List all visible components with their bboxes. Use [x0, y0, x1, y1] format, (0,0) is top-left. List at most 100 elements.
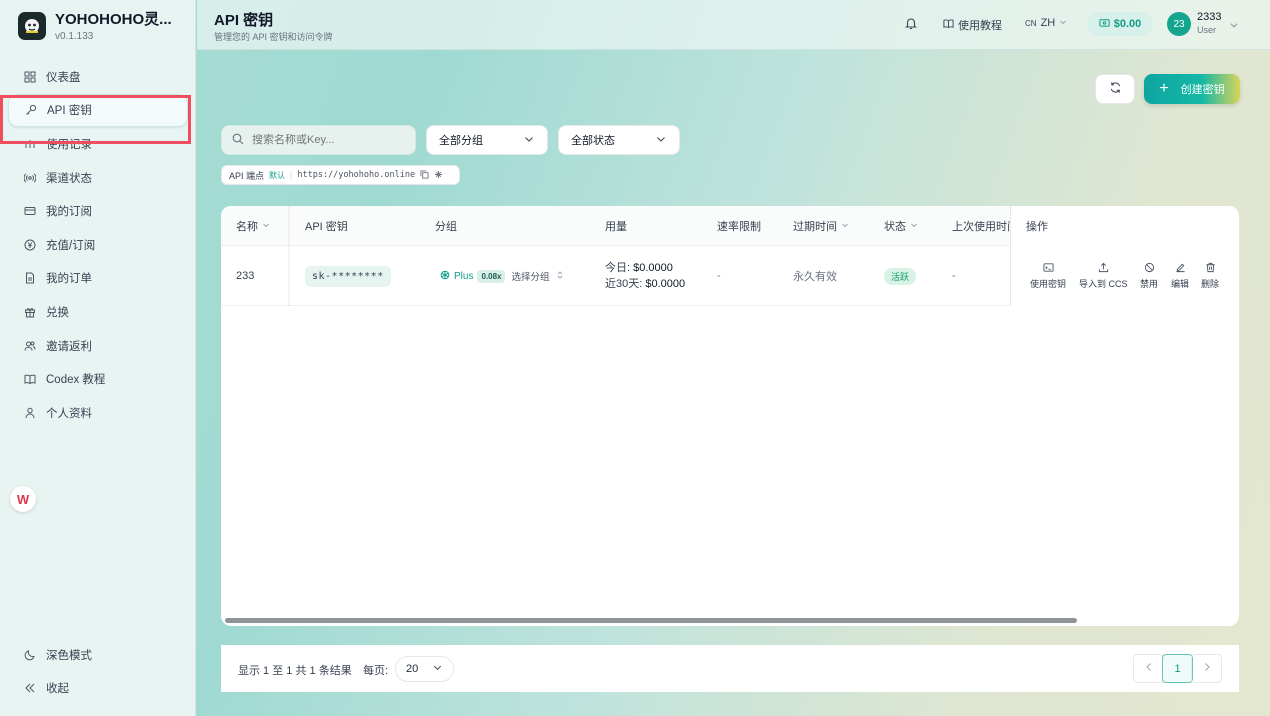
user-icon — [24, 407, 36, 419]
user-info[interactable]: 2333 User — [1197, 11, 1221, 37]
column-header-expiry[interactable]: 过期时间 — [793, 206, 849, 246]
sidebar-item-profile[interactable]: 个人资料 — [8, 396, 188, 430]
status-filter-select[interactable]: 全部状态 — [558, 125, 680, 155]
guide-link[interactable]: 使用教程 — [943, 17, 1002, 33]
sidebar-item-subscriptions[interactable]: 我的订阅 — [8, 194, 188, 228]
user-role: User — [1197, 25, 1217, 35]
copy-icon[interactable] — [420, 169, 429, 181]
top-header: API 密钥 管理您的 API 密钥和访问令牌 使用教程 CN ZH $0.00… — [197, 0, 1270, 50]
create-key-button[interactable]: + 创建密钥 — [1144, 74, 1240, 104]
action-label: 删除 — [1201, 279, 1220, 289]
masked-key[interactable]: sk-******** — [305, 265, 391, 287]
select-group-link[interactable]: 选择分组 — [511, 269, 549, 283]
column-label: 上次使用时间 — [952, 221, 1018, 233]
collapse-label: 收起 — [46, 683, 69, 696]
status-badge: 活跃 — [884, 267, 917, 285]
api-keys-table: 名称 API 密钥 分组 用量 速率限制 过期时间 状态 上次使用时间 233 … — [221, 206, 1239, 626]
sidebar-item-redeem[interactable]: 兑换 — [8, 295, 188, 329]
sidebar-item-usage[interactable]: 使用记录 — [8, 127, 188, 161]
chevron-updown-icon[interactable] — [556, 270, 564, 283]
lang-label: ZH — [1040, 17, 1056, 29]
sidebar-item-orders[interactable]: 我的订单 — [8, 262, 188, 296]
sparkle-icon[interactable] — [434, 170, 443, 181]
terminal-icon — [1042, 262, 1054, 275]
status-filter-value: 全部状态 — [571, 135, 615, 147]
chart-icon — [24, 138, 36, 150]
cell-name: 233 — [236, 270, 255, 282]
avatar[interactable]: 23 — [1167, 12, 1191, 36]
column-header-usage: 用量 — [605, 206, 627, 246]
separator: | — [290, 170, 293, 180]
sidebar-item-api-keys[interactable]: API 密钥 — [8, 93, 188, 128]
group-plan-badge: Plus 0.08x — [440, 269, 506, 283]
dark-mode-label: 深色模式 — [46, 649, 92, 662]
balance-badge[interactable]: $0.00 — [1087, 12, 1153, 36]
notification-bell-icon[interactable] — [904, 16, 918, 33]
sidebar-item-label: 邀请返利 — [46, 340, 92, 353]
sidebar-bottom: 深色模式 收起 — [8, 638, 188, 705]
usage-today-label: 今日: — [605, 262, 631, 274]
sidebar-item-label: 仪表盘 — [46, 71, 81, 84]
app-name: YOHOHOHO灵... — [55, 11, 172, 28]
chevron-down-icon — [910, 220, 918, 232]
sidebar-item-label: API 密钥 — [47, 105, 92, 118]
prev-page-button[interactable] — [1133, 654, 1164, 683]
group-name: Plus — [454, 270, 474, 282]
search-input[interactable] — [252, 134, 402, 146]
refresh-button[interactable] — [1095, 74, 1135, 104]
brand: YOHOHOHO灵... v0.1.133 — [18, 10, 193, 44]
action-label: 导入到 CCS — [1079, 279, 1128, 289]
group-filter-select[interactable]: 全部分组 — [426, 125, 548, 155]
double-chevron-left-icon — [24, 682, 36, 694]
upload-icon — [1098, 262, 1109, 275]
signal-icon — [24, 172, 36, 184]
column-header-group: 分组 — [435, 206, 457, 246]
wallet-icon — [1099, 17, 1110, 31]
group-filter-value: 全部分组 — [439, 135, 483, 147]
chevron-down-icon — [262, 220, 270, 232]
sidebar-item-dashboard[interactable]: 仪表盘 — [8, 60, 188, 94]
column-header-key: API 密钥 — [305, 206, 348, 246]
column-header-last-used: 上次使用时间 — [952, 206, 1018, 246]
sidebar-item-codex-guide[interactable]: Codex 教程 — [8, 362, 188, 396]
edit-button[interactable]: 编辑 — [1171, 262, 1189, 290]
user-menu-chevron-icon[interactable] — [1229, 19, 1239, 33]
wps-badge-icon[interactable]: W — [10, 486, 36, 512]
cell-key: sk-******** — [305, 246, 391, 306]
sidebar-item-channel-status[interactable]: 渠道状态 — [8, 161, 188, 195]
collapse-sidebar-button[interactable]: 收起 — [8, 672, 188, 706]
next-page-button[interactable] — [1191, 654, 1222, 683]
chevron-down-icon — [655, 133, 667, 148]
trash-icon — [1205, 262, 1216, 275]
column-header-name[interactable]: 名称 — [236, 206, 270, 246]
import-ccs-button[interactable]: 导入到 CCS — [1079, 262, 1128, 290]
search-icon — [232, 133, 244, 148]
disable-button[interactable]: 禁用 — [1140, 262, 1158, 290]
usage-today: 今日: $0.0000 — [605, 260, 673, 276]
delete-button[interactable]: 删除 — [1201, 262, 1219, 290]
column-label: 用量 — [605, 221, 627, 233]
cell-status: 活跃 — [884, 246, 917, 306]
sidebar-item-referral[interactable]: 邀请返利 — [8, 329, 188, 363]
endpoint-label: API 端点 — [229, 170, 265, 181]
chevron-right-icon — [1202, 662, 1212, 675]
book-icon — [24, 373, 36, 385]
column-header-status[interactable]: 状态 — [884, 206, 918, 246]
per-page-select[interactable]: 20 — [395, 656, 454, 682]
book-icon — [943, 18, 954, 32]
language-selector[interactable]: CN ZH — [1025, 17, 1067, 29]
page-subtitle: 管理您的 API 密钥和访问令牌 — [214, 32, 333, 42]
per-page-label: 每页: — [363, 665, 389, 677]
username: 2333 — [1197, 11, 1222, 23]
search-box[interactable] — [221, 125, 416, 155]
horizontal-scrollbar[interactable] — [225, 618, 1077, 623]
dark-mode-toggle[interactable]: 深色模式 — [8, 638, 188, 672]
dashboard-icon — [24, 71, 36, 83]
sidebar-item-recharge[interactable]: 充值/订阅 — [8, 228, 188, 262]
page-button-current[interactable]: 1 — [1162, 654, 1193, 683]
chevron-down-icon — [841, 220, 849, 232]
use-key-button[interactable]: 使用密钥 — [1030, 262, 1066, 290]
openai-icon — [440, 270, 450, 283]
usage-today-value: $0.0000 — [633, 262, 673, 274]
lang-code: CN — [1025, 18, 1037, 28]
